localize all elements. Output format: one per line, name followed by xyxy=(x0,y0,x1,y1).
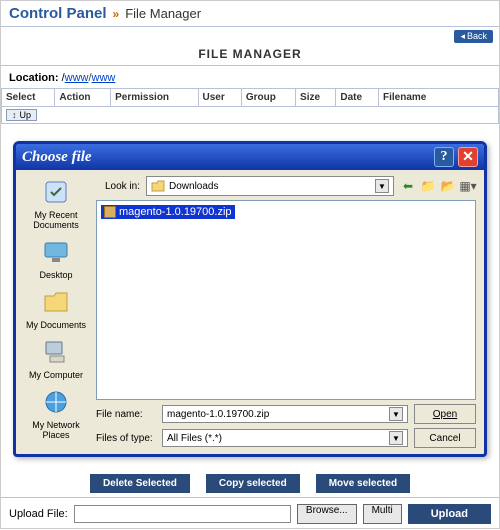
copy-selected-button[interactable]: Copy selected xyxy=(206,474,300,493)
filter-value: All Files (*.*) xyxy=(167,433,222,444)
sidebar-item-mycomp[interactable]: My Computer xyxy=(29,336,83,380)
col-user[interactable]: User xyxy=(198,89,241,107)
breadcrumb-current: File Manager xyxy=(125,6,201,21)
sidebar-item-label: My Network Places xyxy=(18,420,94,440)
file-name: magento-1.0.19700.zip xyxy=(119,206,232,218)
filter-select[interactable]: All Files (*.*) ▼ xyxy=(162,429,408,447)
cancel-button[interactable]: Cancel xyxy=(414,428,476,448)
file-item-selected[interactable]: magento-1.0.19700.zip xyxy=(101,205,235,219)
delete-selected-button[interactable]: Delete Selected xyxy=(90,474,190,493)
table-row-up: Up xyxy=(2,107,499,124)
breadcrumb-root[interactable]: Control Panel xyxy=(9,5,107,22)
upload-button[interactable]: Upload xyxy=(408,504,491,524)
location-bar: Location: /www/www xyxy=(1,66,499,88)
sidebar-item-network[interactable]: My Network Places xyxy=(18,386,94,440)
chevron-down-icon[interactable]: ▼ xyxy=(389,431,403,445)
dialog-title: Choose file xyxy=(22,149,92,166)
footer: Delete Selected Copy selected Move selec… xyxy=(1,470,499,528)
lookin-label: Look in: xyxy=(96,181,140,192)
move-selected-button[interactable]: Move selected xyxy=(316,474,410,493)
location-part-0[interactable]: www xyxy=(65,72,89,84)
places-sidebar: My Recent Documents Desktop My Documents… xyxy=(16,170,96,454)
sidebar-item-label: Desktop xyxy=(39,270,72,280)
file-list[interactable]: magento-1.0.19700.zip xyxy=(96,200,476,400)
filename-input[interactable]: magento-1.0.19700.zip ▼ xyxy=(162,405,408,423)
folder-icon xyxy=(151,179,165,193)
open-button[interactable]: Open xyxy=(414,404,476,424)
upload-path-input[interactable] xyxy=(74,505,291,523)
location-label: Location: xyxy=(9,72,59,84)
back-label: Back xyxy=(467,31,487,41)
sidebar-item-label: My Documents xyxy=(26,320,86,330)
file-table: Select Action Permission User Group Size… xyxy=(1,88,499,124)
computer-icon xyxy=(40,336,72,368)
back-row: ◂ Back xyxy=(1,27,499,45)
back-button[interactable]: ◂ Back xyxy=(454,30,493,43)
nav-back-icon[interactable]: ⬅ xyxy=(400,178,416,194)
sidebar-item-desktop[interactable]: Desktop xyxy=(39,236,72,280)
breadcrumb-sep: » xyxy=(113,7,120,21)
col-permission[interactable]: Permission xyxy=(111,89,198,107)
file-chooser-dialog: Choose file ? ✕ My Recent Documents Desk… xyxy=(13,141,487,457)
close-button[interactable]: ✕ xyxy=(458,147,478,167)
col-select[interactable]: Select xyxy=(2,89,55,107)
dialog-titlebar[interactable]: Choose file ? ✕ xyxy=(16,144,484,170)
new-folder-icon[interactable]: 📂 xyxy=(440,178,456,194)
col-size[interactable]: Size xyxy=(296,89,336,107)
col-filename[interactable]: Filename xyxy=(379,89,499,107)
sidebar-item-mydocs[interactable]: My Documents xyxy=(26,286,86,330)
upload-label: Upload File: xyxy=(9,508,68,520)
breadcrumb-bar: Control Panel » File Manager xyxy=(1,1,499,27)
chevron-down-icon[interactable]: ▼ xyxy=(389,407,403,421)
filename-value: magento-1.0.19700.zip xyxy=(167,409,269,420)
up-button[interactable]: Up xyxy=(6,109,37,121)
col-group[interactable]: Group xyxy=(241,89,295,107)
multi-button[interactable]: Multi xyxy=(363,504,402,524)
view-menu-icon[interactable]: ▦▾ xyxy=(460,178,476,194)
col-action[interactable]: Action xyxy=(55,89,111,107)
filename-label: File name: xyxy=(96,409,156,420)
sidebar-item-label: My Computer xyxy=(29,370,83,380)
filter-label: Files of type: xyxy=(96,433,156,444)
folder-icon xyxy=(40,286,72,318)
lookin-select[interactable]: Downloads ▼ xyxy=(146,176,394,196)
recent-icon xyxy=(40,176,72,208)
back-icon: ◂ xyxy=(460,31,465,42)
sidebar-item-recent[interactable]: My Recent Documents xyxy=(18,176,94,230)
page-title: FILE MANAGER xyxy=(1,45,499,66)
desktop-icon xyxy=(40,236,72,268)
help-button[interactable]: ? xyxy=(434,147,454,167)
location-part-1[interactable]: www xyxy=(92,72,116,84)
table-header-row: Select Action Permission User Group Size… xyxy=(2,89,499,107)
sidebar-item-label: My Recent Documents xyxy=(18,210,94,230)
browse-button[interactable]: Browse... xyxy=(297,504,357,524)
col-date[interactable]: Date xyxy=(336,89,379,107)
up-folder-icon[interactable]: 📁 xyxy=(420,178,436,194)
network-icon xyxy=(40,386,72,418)
zip-icon xyxy=(104,206,116,218)
lookin-value: Downloads xyxy=(169,181,218,192)
chevron-down-icon[interactable]: ▼ xyxy=(375,179,389,193)
